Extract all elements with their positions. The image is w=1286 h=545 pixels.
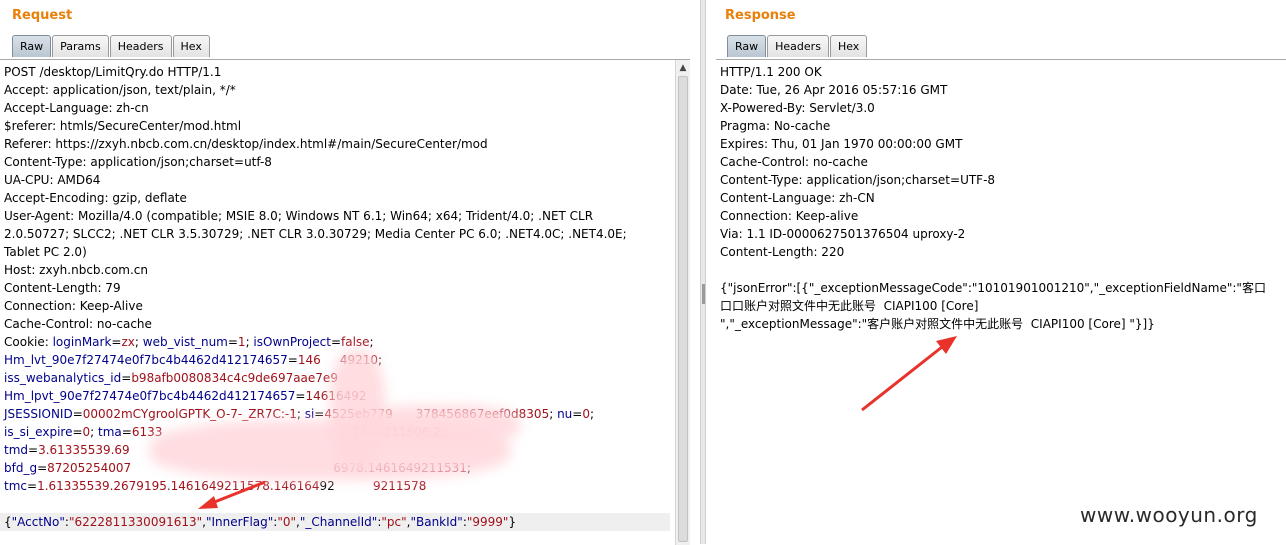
response-arrow-icon (861, 336, 957, 412)
request-arrow-icon (198, 480, 266, 509)
annotation-arrows (198, 336, 957, 509)
watermark: www.wooyun.org (1080, 503, 1258, 527)
